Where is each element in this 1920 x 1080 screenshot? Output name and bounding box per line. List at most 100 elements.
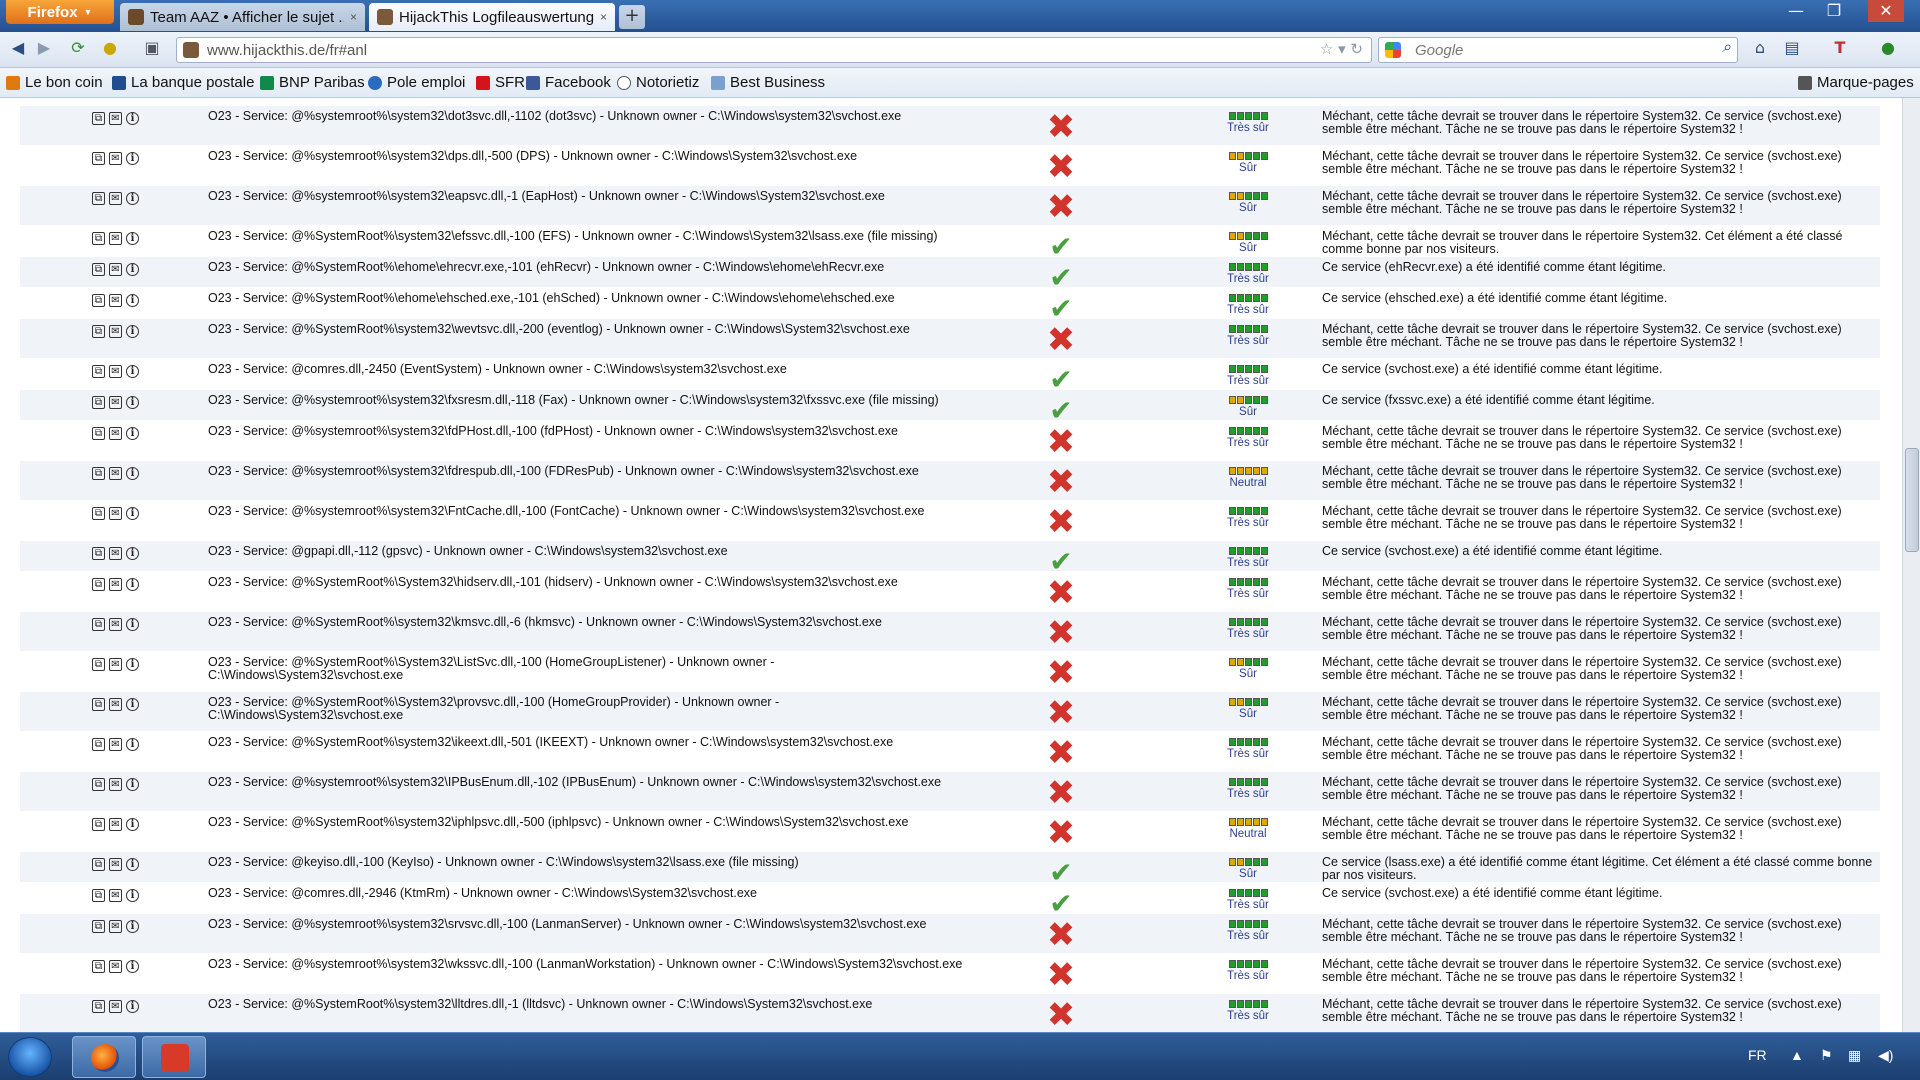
copy-icon[interactable]: ⧉ bbox=[92, 547, 105, 560]
addon-icon[interactable]: ● bbox=[98, 38, 122, 62]
copy-icon[interactable]: ⧉ bbox=[92, 507, 105, 520]
copy-icon[interactable]: ⧉ bbox=[92, 427, 105, 440]
info-icon[interactable]: i bbox=[126, 658, 139, 671]
copy-icon[interactable]: ⧉ bbox=[92, 778, 105, 791]
scrollbar[interactable] bbox=[1902, 98, 1920, 1032]
flag-icon[interactable]: ⚑ bbox=[1820, 1047, 1833, 1064]
start-button[interactable] bbox=[8, 1037, 52, 1077]
bookmarks-menu[interactable]: Marque-pages bbox=[1798, 74, 1914, 91]
info-icon[interactable]: i bbox=[126, 112, 139, 125]
comment-icon[interactable]: ✉ bbox=[109, 467, 122, 480]
comment-icon[interactable]: ✉ bbox=[109, 960, 122, 973]
bookmark-star-icon[interactable]: ☆ ▾ ↻ bbox=[1320, 40, 1363, 58]
comment-icon[interactable]: ✉ bbox=[109, 818, 122, 831]
bookmark-item[interactable]: La banque postale bbox=[112, 74, 254, 91]
copy-icon[interactable]: ⧉ bbox=[92, 192, 105, 205]
search-input[interactable]: Google ⌕ bbox=[1378, 37, 1738, 63]
info-icon[interactable]: i bbox=[126, 920, 139, 933]
info-icon[interactable]: i bbox=[126, 698, 139, 711]
comment-icon[interactable]: ✉ bbox=[109, 578, 122, 591]
search-icon[interactable]: ⌕ bbox=[1722, 39, 1731, 57]
site-identity-icon[interactable] bbox=[183, 42, 199, 58]
info-icon[interactable]: i bbox=[126, 192, 139, 205]
comment-icon[interactable]: ✉ bbox=[109, 325, 122, 338]
bookmark-item[interactable]: BNP Paribas bbox=[260, 74, 365, 91]
minimize-icon[interactable]: — bbox=[1778, 0, 1814, 22]
close-icon[interactable]: × bbox=[350, 10, 357, 24]
close-icon[interactable]: × bbox=[600, 10, 607, 24]
info-icon[interactable]: i bbox=[126, 547, 139, 560]
info-icon[interactable]: i bbox=[126, 960, 139, 973]
info-icon[interactable]: i bbox=[126, 325, 139, 338]
bookmark-item[interactable]: Notorietiz bbox=[617, 74, 699, 91]
info-icon[interactable]: i bbox=[126, 294, 139, 307]
info-icon[interactable]: i bbox=[126, 889, 139, 902]
info-icon[interactable]: i bbox=[126, 427, 139, 440]
addon-green-icon[interactable]: ● bbox=[1876, 38, 1900, 62]
copy-icon[interactable]: ⧉ bbox=[92, 365, 105, 378]
info-icon[interactable]: i bbox=[126, 778, 139, 791]
copy-icon[interactable]: ⧉ bbox=[92, 1000, 105, 1013]
restore-icon[interactable]: ❐ bbox=[1816, 0, 1852, 22]
comment-icon[interactable]: ✉ bbox=[109, 858, 122, 871]
info-icon[interactable]: i bbox=[126, 152, 139, 165]
comment-icon[interactable]: ✉ bbox=[109, 1000, 122, 1013]
tools-icon[interactable]: ▣ bbox=[140, 38, 164, 62]
forward-icon[interactable]: ▶ bbox=[32, 38, 56, 62]
copy-icon[interactable]: ⧉ bbox=[92, 920, 105, 933]
bookmark-item[interactable]: Le bon coin bbox=[6, 74, 103, 91]
comment-icon[interactable]: ✉ bbox=[109, 778, 122, 791]
bookmark-item[interactable]: Pole emploi bbox=[368, 74, 465, 91]
bookmark-item[interactable]: Facebook bbox=[526, 74, 611, 91]
comment-icon[interactable]: ✉ bbox=[109, 294, 122, 307]
info-icon[interactable]: i bbox=[126, 818, 139, 831]
comment-icon[interactable]: ✉ bbox=[109, 365, 122, 378]
translate-icon[interactable]: T bbox=[1828, 38, 1852, 62]
copy-icon[interactable]: ⧉ bbox=[92, 294, 105, 307]
copy-icon[interactable]: ⧉ bbox=[92, 152, 105, 165]
home-icon[interactable]: ⌂ bbox=[1748, 38, 1772, 62]
comment-icon[interactable]: ✉ bbox=[109, 658, 122, 671]
bookmark-item[interactable]: SFR bbox=[476, 74, 525, 91]
info-icon[interactable]: i bbox=[126, 365, 139, 378]
copy-icon[interactable]: ⧉ bbox=[92, 396, 105, 409]
copy-icon[interactable]: ⧉ bbox=[92, 889, 105, 902]
info-icon[interactable]: i bbox=[126, 467, 139, 480]
network-icon[interactable]: ▦ bbox=[1848, 1047, 1861, 1064]
taskbar-firefox[interactable] bbox=[72, 1036, 136, 1078]
copy-icon[interactable]: ⧉ bbox=[92, 618, 105, 631]
comment-icon[interactable]: ✉ bbox=[109, 698, 122, 711]
extension-icon[interactable]: ▤ bbox=[1780, 38, 1804, 62]
copy-icon[interactable]: ⧉ bbox=[92, 578, 105, 591]
info-icon[interactable]: i bbox=[126, 396, 139, 409]
firefox-menu-button[interactable]: Firefox ▼ bbox=[6, 0, 114, 24]
google-icon[interactable] bbox=[1385, 42, 1401, 58]
taskbar-app[interactable] bbox=[142, 1036, 206, 1078]
volume-icon[interactable]: ◀) bbox=[1878, 1047, 1893, 1064]
copy-icon[interactable]: ⧉ bbox=[92, 325, 105, 338]
tab-hijackthis[interactable]: HijackThis Logfileauswertung × bbox=[369, 3, 615, 31]
copy-icon[interactable]: ⧉ bbox=[92, 698, 105, 711]
info-icon[interactable]: i bbox=[126, 507, 139, 520]
comment-icon[interactable]: ✉ bbox=[109, 889, 122, 902]
scrollbar-thumb[interactable] bbox=[1905, 448, 1919, 552]
comment-icon[interactable]: ✉ bbox=[109, 618, 122, 631]
info-icon[interactable]: i bbox=[126, 232, 139, 245]
show-hidden-icons-icon[interactable]: ▲ bbox=[1790, 1047, 1804, 1063]
info-icon[interactable]: i bbox=[126, 1000, 139, 1013]
language-indicator[interactable]: FR bbox=[1748, 1047, 1767, 1063]
close-window-icon[interactable]: ✕ bbox=[1868, 0, 1904, 22]
reload-addon-icon[interactable]: ⟳ bbox=[66, 38, 90, 62]
copy-icon[interactable]: ⧉ bbox=[92, 658, 105, 671]
comment-icon[interactable]: ✉ bbox=[109, 263, 122, 276]
comment-icon[interactable]: ✉ bbox=[109, 427, 122, 440]
copy-icon[interactable]: ⧉ bbox=[92, 112, 105, 125]
copy-icon[interactable]: ⧉ bbox=[92, 818, 105, 831]
comment-icon[interactable]: ✉ bbox=[109, 738, 122, 751]
url-bar[interactable]: www.hijackthis.de/fr#anl ☆ ▾ ↻ bbox=[176, 37, 1372, 63]
info-icon[interactable]: i bbox=[126, 738, 139, 751]
info-icon[interactable]: i bbox=[126, 578, 139, 591]
copy-icon[interactable]: ⧉ bbox=[92, 738, 105, 751]
back-icon[interactable]: ◀ bbox=[6, 38, 30, 62]
copy-icon[interactable]: ⧉ bbox=[92, 960, 105, 973]
